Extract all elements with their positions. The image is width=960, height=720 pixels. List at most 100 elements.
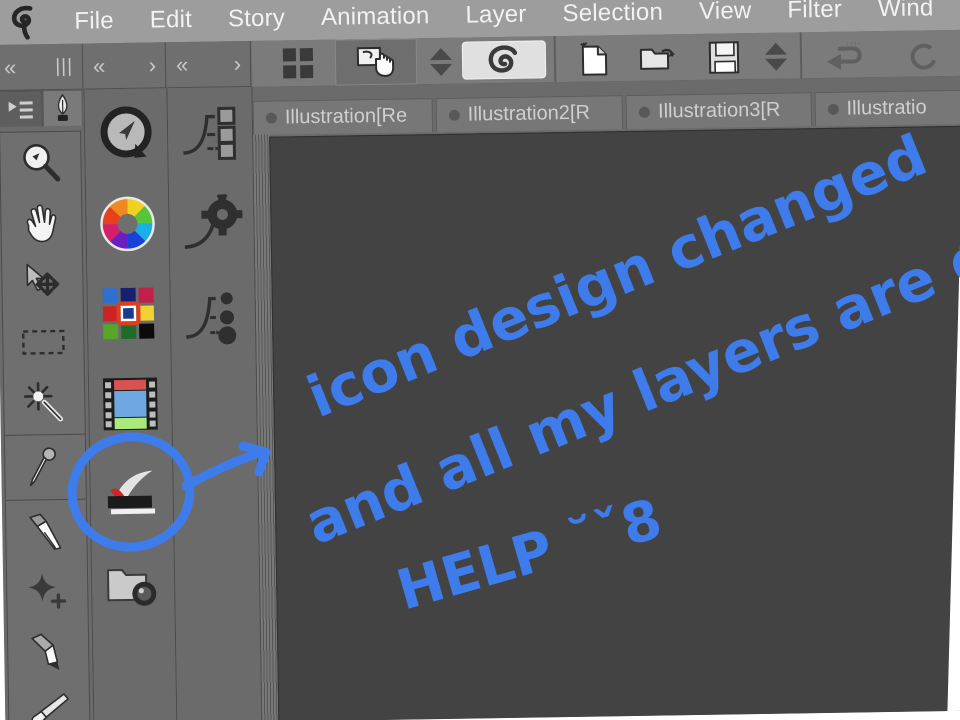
tool-list	[0, 130, 91, 720]
menu-view[interactable]: View	[681, 0, 770, 34]
marquee-tool[interactable]	[3, 312, 84, 373]
screen-touch-button[interactable]	[334, 38, 418, 86]
menu-layer[interactable]: Layer	[447, 0, 545, 38]
layer-palette[interactable]	[90, 448, 173, 539]
new-document-button[interactable]	[564, 39, 625, 80]
list-arrow-icon	[8, 100, 33, 119]
modified-dot-icon	[265, 112, 277, 124]
eyedropper-icon	[29, 447, 56, 487]
up-down-arrows-icon	[764, 42, 788, 71]
brush-size-palette[interactable]	[170, 271, 255, 364]
hand-screen-icon	[356, 46, 395, 77]
pencil-tool[interactable]	[8, 622, 89, 683]
color-wheel-icon	[100, 196, 155, 252]
spiral-icon	[488, 45, 518, 73]
move-tool[interactable]	[2, 252, 83, 313]
sub-tool-palette[interactable]	[167, 87, 252, 180]
menu-window[interactable]: Wind	[860, 0, 952, 31]
menu-animation[interactable]: Animation	[303, 0, 448, 40]
decoration-tool[interactable]	[7, 562, 88, 623]
pencil-icon	[31, 633, 60, 671]
canvas-surface[interactable]	[269, 125, 960, 720]
hand-tool[interactable]	[1, 192, 82, 253]
grid-layout-button[interactable]	[261, 42, 336, 85]
document-tab-2[interactable]: Illustration2[R	[435, 95, 624, 133]
folder-lens-icon	[106, 569, 157, 606]
pen-nib-icon	[29, 513, 62, 550]
material-palette[interactable]	[91, 538, 174, 629]
zoom-tool[interactable]	[0, 132, 81, 193]
tool-divider	[4, 433, 85, 436]
floppy-disk-icon	[708, 41, 740, 74]
hand-icon	[26, 204, 57, 243]
curve-squares-icon	[183, 106, 237, 161]
color-swatches-icon	[102, 287, 155, 340]
spiral-logo-icon	[0, 0, 57, 45]
layer-brushstroke-icon	[107, 470, 156, 515]
menu-selection[interactable]: Selection	[544, 0, 681, 36]
document-tab-4[interactable]: Illustratio	[814, 89, 960, 127]
menu-filter[interactable]: Filter	[769, 0, 860, 33]
document-tab-3[interactable]: Illustration3[R	[625, 92, 812, 130]
collapse-bar-subtools[interactable]: « ›	[166, 40, 252, 89]
dip-pen-icon	[57, 93, 68, 121]
menu-story[interactable]: Story	[210, 0, 304, 42]
toolbar-divider-2	[799, 32, 803, 79]
modified-dot-icon	[827, 103, 839, 115]
document-tab-1[interactable]: Illustration[Re	[252, 98, 433, 135]
eyedropper-tool[interactable]	[5, 437, 86, 498]
new-page-icon	[580, 42, 608, 76]
document-tab-label: Illustration3[R	[657, 98, 781, 123]
tool-palette	[0, 89, 95, 720]
color-wheel-palette[interactable]	[86, 178, 169, 269]
stepper-button[interactable]	[424, 44, 459, 81]
sparkle-icon	[28, 573, 67, 609]
curve-dots-icon	[186, 292, 237, 345]
application-window: File Edit Story Animation Layer Selectio…	[0, 0, 960, 720]
chevron-right-icon[interactable]: ›	[149, 52, 157, 77]
animation-cels-palette[interactable]	[89, 358, 172, 449]
redo-button[interactable]	[886, 34, 957, 75]
stepper2-button[interactable]	[758, 38, 795, 75]
document-tab-label: Illustration2[R	[467, 101, 591, 126]
color-set-palette[interactable]	[87, 268, 170, 359]
grip-handle-icon[interactable]: |||	[55, 55, 73, 77]
save-button[interactable]	[692, 37, 757, 78]
magic-wand-tool[interactable]	[4, 372, 85, 433]
undo-arrow-icon	[827, 41, 862, 70]
brush-tool[interactable]	[9, 682, 90, 720]
collapse-bar-palettes[interactable]: « ›	[83, 42, 167, 90]
dashed-rectangle-icon	[21, 329, 65, 355]
up-down-arrows-icon	[429, 47, 453, 76]
tool-palette-tabs	[0, 89, 85, 133]
menu-file[interactable]: File	[56, 0, 132, 44]
tool-property-palette[interactable]	[169, 179, 254, 272]
canvas-area[interactable]	[253, 123, 960, 720]
menu-edit[interactable]: Edit	[131, 0, 210, 43]
double-chevron-left-icon[interactable]: «	[176, 51, 189, 76]
chevron-right-icon[interactable]: ›	[233, 51, 241, 76]
tool-tab-pen[interactable]	[42, 89, 83, 127]
spiral-tool-button[interactable]	[461, 40, 547, 80]
photographed-screen: File Edit Story Animation Layer Selectio…	[0, 0, 960, 720]
open-folder-icon	[639, 48, 675, 70]
collapse-bar-tools[interactable]: « |||	[0, 43, 84, 91]
modified-dot-icon	[639, 106, 651, 118]
document-tab-label: Illustratio	[846, 96, 927, 120]
curve-gear-icon	[184, 194, 244, 249]
pen-tool[interactable]	[6, 502, 87, 563]
double-chevron-left-icon[interactable]: «	[93, 53, 106, 78]
sub-palette-dock	[167, 86, 263, 720]
toolbar-divider	[553, 36, 557, 83]
four-squares-icon	[282, 47, 314, 79]
document-tab-label: Illustration[Re	[284, 104, 408, 129]
double-chevron-left-icon[interactable]: «	[4, 54, 17, 79]
tool-tab-list[interactable]	[0, 90, 43, 127]
palette-dock	[84, 88, 178, 720]
paintbrush-icon	[31, 693, 69, 720]
arrow-move-icon	[26, 263, 60, 296]
quick-access-palette[interactable]	[84, 88, 167, 179]
undo-button[interactable]	[810, 35, 883, 76]
q-arrow-icon	[100, 106, 152, 158]
open-file-button[interactable]	[626, 38, 691, 79]
